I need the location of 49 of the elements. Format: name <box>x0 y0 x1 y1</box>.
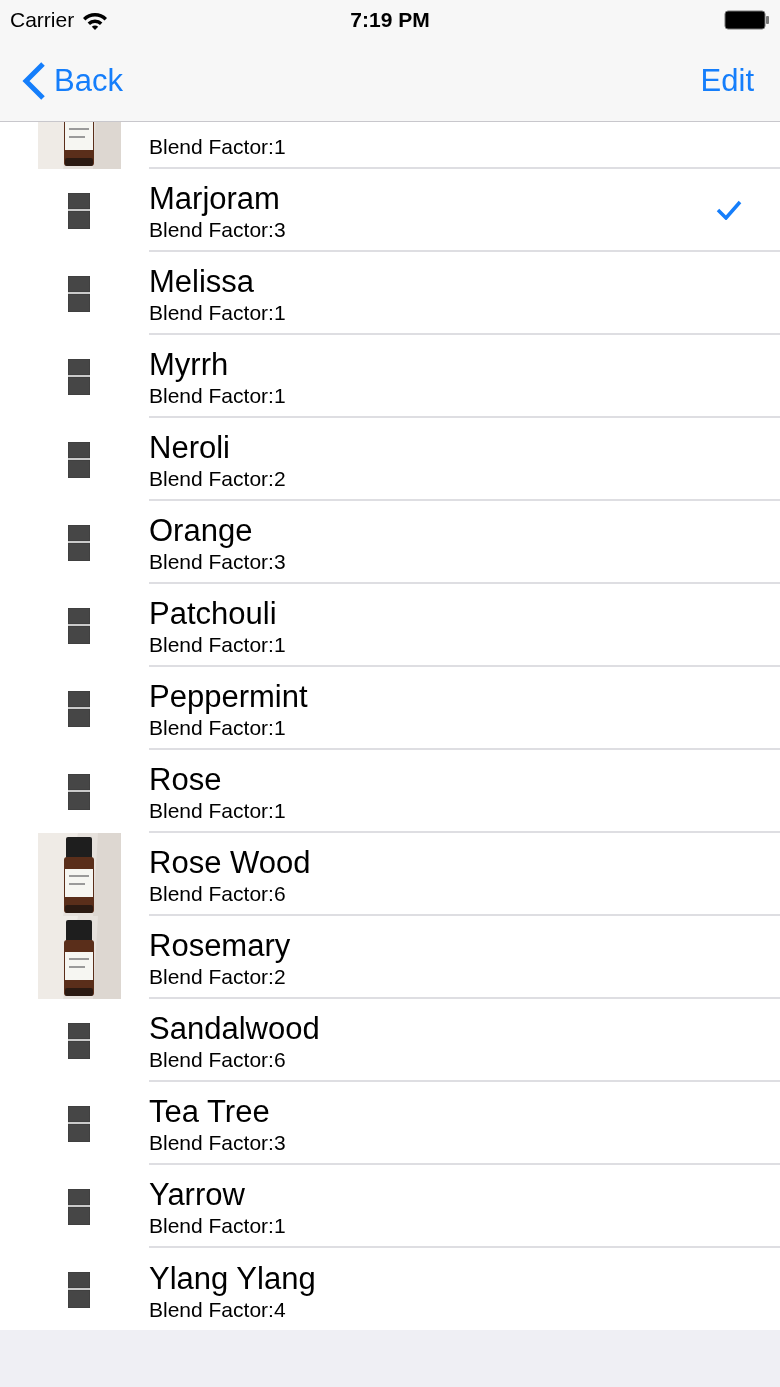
blend-factor: Blend Factor:2 <box>149 466 286 491</box>
placeholder-image-icon <box>68 773 90 810</box>
blend-factor: Blend Factor:1 <box>149 798 286 823</box>
blend-factor: Blend Factor:6 <box>149 881 286 906</box>
blend-factor: Blend Factor:6 <box>149 1047 286 1072</box>
status-time: 7:19 PM <box>350 8 430 31</box>
placeholder-image-icon <box>68 192 90 229</box>
placeholder-image-icon <box>68 1271 90 1308</box>
blend-factor: Blend Factor:1 <box>149 383 286 408</box>
blend-factor: Blend Factor:2 <box>149 964 286 989</box>
placeholder-image-icon <box>68 441 90 478</box>
placeholder-image-icon <box>68 607 90 644</box>
blend-factor: Blend Factor:3 <box>149 217 286 242</box>
blend-factor: Blend Factor:3 <box>149 1130 286 1155</box>
oil-name: Rose <box>149 762 222 798</box>
oil-name: Myrrh <box>149 347 229 383</box>
wifi-icon <box>82 10 109 30</box>
carrier-name: Carrier <box>10 8 75 32</box>
blend-factor: Blend Factor:1 <box>149 300 286 325</box>
placeholder-image-icon <box>68 358 90 395</box>
blend-factor: Blend Factor:4 <box>149 1296 286 1322</box>
chevron-left-icon <box>22 60 46 101</box>
edit-button[interactable]: Edit <box>700 62 754 99</box>
placeholder-image-icon <box>68 1022 90 1059</box>
placeholder-image-icon <box>68 275 90 312</box>
checkmark-icon <box>716 199 742 220</box>
blend-factor: Blend Factor:1 <box>149 134 286 159</box>
oil-name: Yarrow <box>149 1177 245 1213</box>
placeholder-image-icon <box>68 524 90 561</box>
oil-name: Orange <box>149 513 253 549</box>
oil-name: Rose Wood <box>149 845 311 881</box>
oil-name: Ylang Ylang <box>149 1260 316 1297</box>
oil-name: Peppermint <box>149 679 308 715</box>
placeholder-image-icon <box>68 690 90 727</box>
oil-name: Sandalwood <box>149 1011 320 1047</box>
oil-name: Tea Tree <box>149 1094 270 1130</box>
oil-name: Rosemary <box>149 928 291 964</box>
oil-name: Marjoram <box>149 181 280 217</box>
placeholder-image-icon <box>68 1188 90 1225</box>
blend-factor: Blend Factor:1 <box>149 715 286 740</box>
oil-name: Patchouli <box>149 596 277 632</box>
battery-icon <box>724 10 770 30</box>
blend-factor: Blend Factor:1 <box>149 1213 286 1238</box>
blend-factor: Blend Factor:1 <box>149 632 286 657</box>
placeholder-image-icon <box>68 1105 90 1142</box>
oil-name: Neroli <box>149 430 230 466</box>
blend-factor: Blend Factor:3 <box>149 549 286 574</box>
oil-name: Melissa <box>149 264 255 300</box>
back-button[interactable]: Back <box>22 60 123 101</box>
